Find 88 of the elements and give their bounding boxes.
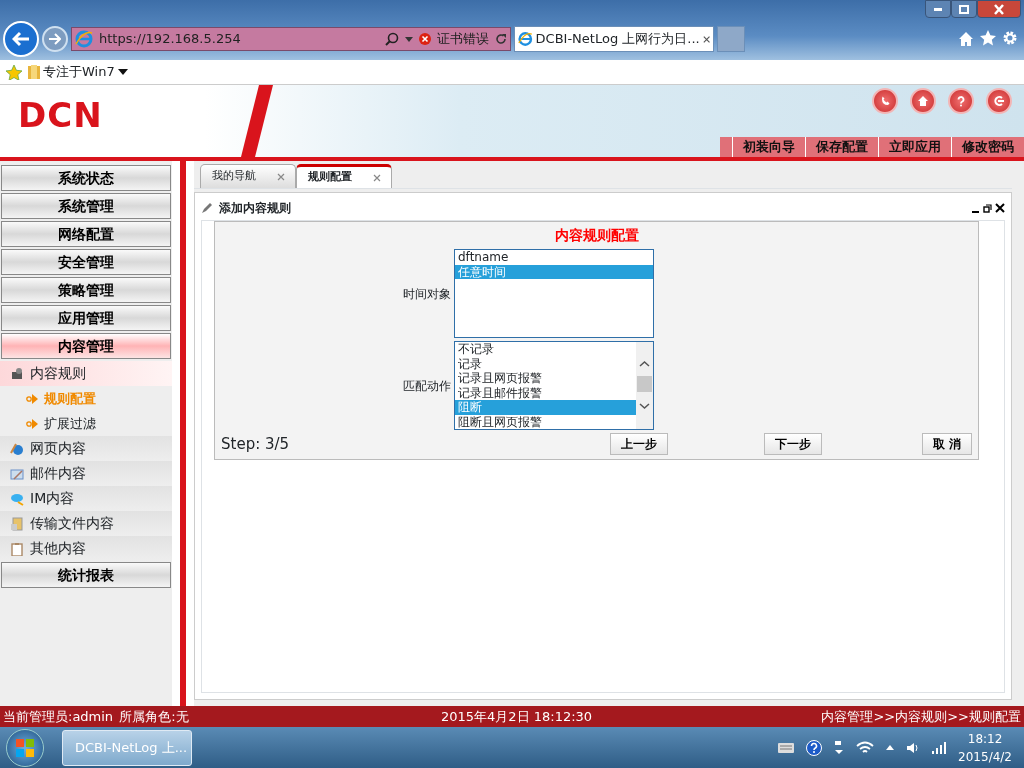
sidebar-section[interactable]: 网络配置 xyxy=(1,221,171,247)
field-label: 匹配动作 xyxy=(402,377,451,395)
field-label: 时间对象 xyxy=(402,285,451,303)
url-text: https://192.168.5.254 xyxy=(99,30,242,49)
close-icon[interactable] xyxy=(995,203,1005,213)
breadcrumb-text: 内容管理>>内容规则>>规则配置 xyxy=(821,707,1021,726)
header-round-button[interactable] xyxy=(986,88,1012,114)
windows-logo-icon xyxy=(16,738,34,757)
dropdown-caret-icon[interactable] xyxy=(405,36,413,42)
favorites-link[interactable]: 专注于Win7 xyxy=(28,62,128,82)
step-indicator: Step: 3/5 xyxy=(221,434,291,455)
list-option[interactable]: 记录且网页报警 xyxy=(455,371,636,386)
folder-icon xyxy=(28,65,40,79)
clipboard-icon xyxy=(10,541,24,556)
mail-icon xyxy=(10,466,24,481)
home-icon xyxy=(917,95,929,107)
maximize-icon xyxy=(959,4,969,14)
sidebar-section[interactable]: 策略管理 xyxy=(1,277,171,303)
header-round-button[interactable] xyxy=(872,88,898,114)
form-button[interactable]: 上一步 xyxy=(609,433,668,456)
sidebar-section[interactable]: 系统管理 xyxy=(1,193,171,219)
list-option[interactable]: 阻断且网页报警 xyxy=(455,414,636,429)
address-bar[interactable]: https://192.168.5.254 证书错误 xyxy=(71,27,511,51)
error-icon xyxy=(419,33,431,45)
dropdown-caret-icon xyxy=(117,69,128,75)
page-tab[interactable]: 规则配置 xyxy=(296,164,392,188)
header-round-button[interactable] xyxy=(948,88,974,114)
restore-icon[interactable] xyxy=(983,203,992,213)
sidebar-section[interactable]: 应用管理 xyxy=(1,305,171,331)
settings-icon[interactable] xyxy=(1002,30,1018,46)
list-option[interactable]: 记录 xyxy=(455,356,636,371)
speaker-icon[interactable] xyxy=(906,741,921,754)
back-button[interactable] xyxy=(3,21,39,57)
maximize-button[interactable] xyxy=(951,0,977,18)
pencil-icon xyxy=(201,202,213,214)
role-text: 所属角色:无 xyxy=(119,707,189,726)
signal-bars-icon[interactable] xyxy=(932,741,947,754)
chat-icon xyxy=(10,491,24,506)
sidebar-subitem[interactable]: 扩展过滤 xyxy=(0,411,172,436)
minimize-button[interactable] xyxy=(925,0,951,18)
home-icon[interactable] xyxy=(958,30,974,46)
certificate-error-text[interactable]: 证书错误 xyxy=(437,29,489,49)
browser-logo-icon xyxy=(75,30,93,48)
header-round-button[interactable] xyxy=(910,88,936,114)
sidebar-item[interactable]: 内容规则 xyxy=(0,361,172,386)
tab-title: DCBI-NetLog 上网行为日... xyxy=(535,30,700,49)
minimize-icon xyxy=(934,7,942,11)
list-option[interactable]: 记录且邮件报警 xyxy=(455,385,636,400)
panel-title: 添加内容规则 xyxy=(219,200,291,217)
start-button[interactable] xyxy=(6,728,44,767)
admin-user-text: 当前管理员:admin xyxy=(3,707,114,726)
tray-clock[interactable]: 18:12 2015/4/2 xyxy=(952,729,1018,766)
close-button[interactable] xyxy=(977,0,1021,18)
browser-logo-icon xyxy=(518,30,533,48)
favorites-star-icon[interactable] xyxy=(6,64,22,80)
form-heading: 内容规则配置 xyxy=(553,226,640,245)
arrow-bullet-icon xyxy=(26,393,38,404)
list-box[interactable]: dftname 任意时间 xyxy=(454,249,654,338)
sidebar-section[interactable]: 内容管理 xyxy=(1,333,171,359)
browser-tab[interactable]: DCBI-NetLog 上网行为日... xyxy=(514,26,714,52)
list-option[interactable]: 不记录 xyxy=(455,342,636,357)
search-icon[interactable] xyxy=(385,32,399,46)
sidebar-section[interactable]: 安全管理 xyxy=(1,249,171,275)
form-button[interactable]: 下一步 xyxy=(763,433,822,456)
refresh-icon[interactable] xyxy=(495,33,507,45)
show-hidden-icons-icon[interactable] xyxy=(886,745,895,750)
star-icon[interactable] xyxy=(980,30,996,46)
sidebar-section[interactable]: 系统状态 xyxy=(1,165,171,191)
page-tab[interactable]: 我的导航 xyxy=(200,164,296,188)
wifi-icon[interactable] xyxy=(856,740,875,755)
file-icon xyxy=(10,516,24,531)
close-icon[interactable] xyxy=(702,34,710,44)
back-arrow-icon xyxy=(12,31,30,47)
phone-icon xyxy=(879,95,891,107)
form-button[interactable]: 取 消 xyxy=(921,433,972,456)
list-option[interactable]: dftname xyxy=(455,250,653,265)
forward-arrow-icon xyxy=(49,33,61,45)
datetime-text: 2015年4月2日 18:12:30 xyxy=(441,707,593,726)
arrow-bullet-icon xyxy=(26,418,38,429)
help-icon[interactable] xyxy=(806,739,823,756)
logout-icon xyxy=(993,95,1005,107)
close-icon xyxy=(994,3,1004,15)
logo-text: DCN xyxy=(17,95,103,137)
help-icon xyxy=(955,95,967,107)
sidebar-section[interactable]: 统计报表 xyxy=(1,562,171,588)
forward-button[interactable] xyxy=(42,26,68,52)
keyboard-icon[interactable] xyxy=(778,742,795,753)
list-box[interactable]: 不记录 记录 记录且网页报警 记录且邮件报警 阻断 阻断且网页报警 xyxy=(454,341,654,430)
